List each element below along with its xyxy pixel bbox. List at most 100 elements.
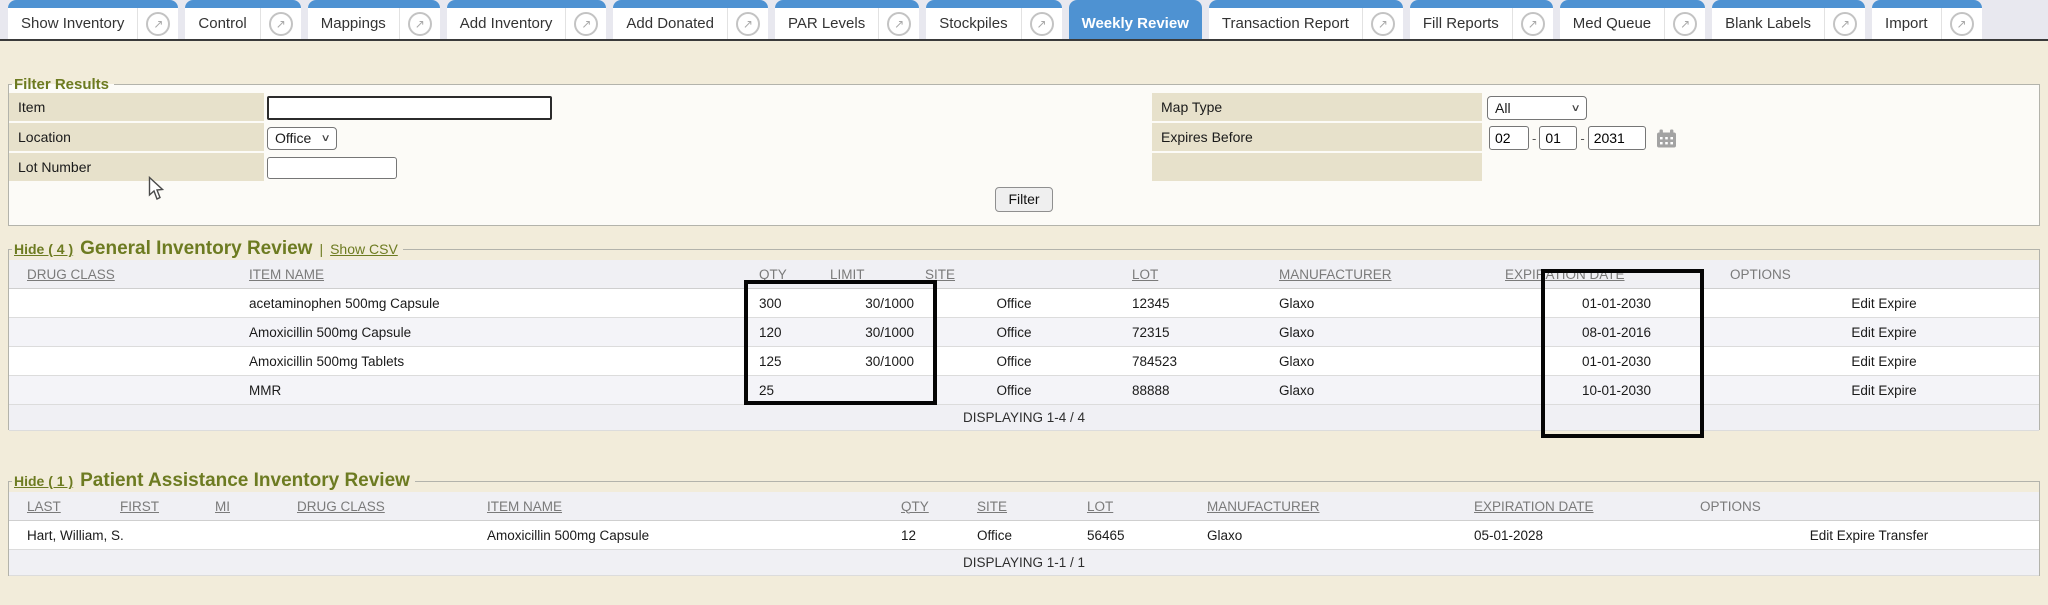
col-header-drug-class[interactable]: DRUG CLASS (279, 492, 469, 521)
tab-par-levels[interactable]: PAR Levels↗ (775, 0, 919, 39)
col-header-qty[interactable]: QTY (744, 260, 829, 289)
tab-show-inventory[interactable]: Show Inventory ↗ (8, 0, 178, 39)
tab-label: Import (1872, 15, 1941, 32)
general-inventory-table: DRUG CLASS ITEM NAME QTY LIMIT SITE LOT … (9, 260, 2039, 431)
patient-hide-link[interactable]: Hide ( 1 ) (14, 473, 73, 489)
tab-med-queue[interactable]: Med Queue↗ (1560, 0, 1705, 39)
col-header-lot[interactable]: LOT (1104, 260, 1254, 289)
item-input[interactable] (267, 96, 552, 120)
tab-accent-bar (308, 0, 440, 8)
col-header-lot[interactable]: LOT (1079, 492, 1199, 521)
general-review-title: General Inventory Review (80, 238, 312, 260)
tab-import[interactable]: Import ↗ (1872, 0, 1982, 39)
edit-expire-links[interactable]: Edit Expire (1729, 376, 2039, 405)
col-header-options: OPTIONS (1699, 492, 2039, 521)
tab-add-donated[interactable]: Add Donated↗ (613, 0, 768, 39)
tab-label: Show Inventory (8, 15, 137, 32)
cell-drug-class (9, 376, 234, 405)
external-link-icon[interactable]: ↗ (1521, 12, 1545, 36)
patient-assistance-table: LAST FIRST MI DRUG CLASS ITEM NAME QTY S… (9, 492, 2039, 576)
tab-add-inventory[interactable]: Add Inventory↗ (447, 0, 607, 39)
col-header-manufacturer[interactable]: MANUFACTURER (1199, 492, 1459, 521)
external-link-icon[interactable]: ↗ (1030, 12, 1054, 36)
tab-label: Stockpiles (926, 15, 1020, 32)
cell-lot: 12345 (1104, 289, 1254, 318)
tab-label: Control (185, 15, 259, 32)
edit-expire-links[interactable]: Edit Expire (1729, 289, 2039, 318)
empty-label-cell (1152, 153, 1482, 183)
show-csv-link[interactable]: Show CSV (330, 241, 398, 257)
calendar-icon[interactable] (1656, 129, 1677, 148)
tab-accent-bar (8, 0, 178, 8)
col-header-first[interactable]: FIRST (119, 492, 214, 521)
tab-accent-bar (1209, 0, 1403, 8)
col-header-expiration-date[interactable]: EXPIRATION DATE (1459, 492, 1699, 521)
col-header-qty[interactable]: QTY (889, 492, 969, 521)
general-hide-link[interactable]: Hide ( 4 ) (14, 241, 73, 257)
edit-expire-transfer-links[interactable]: Edit Expire Transfer (1699, 521, 2039, 550)
edit-expire-links[interactable]: Edit Expire (1729, 318, 2039, 347)
col-header-limit[interactable]: LIMIT (829, 260, 924, 289)
external-link-icon[interactable]: ↗ (574, 12, 598, 36)
cell-qty: 120 (744, 318, 829, 347)
col-header-site[interactable]: SITE (969, 492, 1079, 521)
general-inventory-review-panel: Hide ( 4 ) General Inventory Review | Sh… (8, 238, 2040, 430)
tab-transaction-report[interactable]: Transaction Report ↗ (1209, 0, 1403, 39)
tab-label: Fill Reports (1410, 15, 1512, 32)
lot-number-input[interactable] (267, 157, 397, 179)
map-type-select[interactable]: All ∨ (1487, 96, 1587, 120)
col-header-drug-class[interactable]: DRUG CLASS (9, 260, 234, 289)
tab-accent-bar (1410, 0, 1553, 8)
external-link-icon[interactable]: ↗ (269, 12, 293, 36)
cell-manufacturer: Glaxo (1254, 347, 1504, 376)
external-link-icon[interactable]: ↗ (408, 12, 432, 36)
external-link-icon[interactable]: ↗ (887, 12, 911, 36)
cell-limit: 30/1000 (829, 318, 924, 347)
patient-review-title: Patient Assistance Inventory Review (80, 470, 410, 492)
tab-accent-bar (1712, 0, 1865, 8)
location-select[interactable]: Office ∨ (267, 127, 337, 150)
cell-site: Office (924, 347, 1104, 376)
col-header-item-name[interactable]: ITEM NAME (234, 260, 744, 289)
external-link-icon[interactable]: ↗ (146, 12, 170, 36)
cell-patient-name: Hart, William, S. (9, 521, 279, 550)
cell-expiration-date: 08-01-2016 (1504, 318, 1729, 347)
cell-limit (829, 376, 924, 405)
external-link-icon[interactable]: ↗ (1833, 12, 1857, 36)
patient-paging-status: DISPLAYING 1-1 / 1 (9, 550, 2039, 576)
cell-limit: 30/1000 (829, 289, 924, 318)
tab-blank-labels[interactable]: Blank Labels↗ (1712, 0, 1865, 39)
expires-day-input[interactable] (1539, 126, 1577, 150)
col-header-mi[interactable]: MI (214, 492, 279, 521)
col-header-manufacturer[interactable]: MANUFACTURER (1254, 260, 1504, 289)
external-link-icon[interactable]: ↗ (1371, 12, 1395, 36)
tab-accent-bar (1872, 0, 1982, 8)
chevron-down-icon: ∨ (1570, 103, 1580, 114)
expires-month-input[interactable] (1489, 126, 1529, 150)
lot-number-label: Lot Number (9, 153, 264, 183)
col-header-last[interactable]: LAST (9, 492, 119, 521)
external-link-icon[interactable]: ↗ (1673, 12, 1697, 36)
tab-weekly-review-active[interactable]: Weekly Review (1069, 0, 1202, 39)
col-header-item-name[interactable]: ITEM NAME (469, 492, 889, 521)
external-link-icon[interactable]: ↗ (736, 12, 760, 36)
col-header-site[interactable]: SITE (924, 260, 1104, 289)
filter-results-panel: Filter Results Item Map Type All ∨ Locat… (8, 76, 2040, 226)
chevron-down-icon: ∨ (320, 133, 330, 144)
cell-expiration-date: 01-01-2030 (1504, 289, 1729, 318)
edit-expire-links[interactable]: Edit Expire (1729, 347, 2039, 376)
expires-year-input[interactable] (1588, 126, 1646, 150)
cell-drug-class (9, 289, 234, 318)
external-link-icon[interactable]: ↗ (1950, 12, 1974, 36)
cell-limit: 30/1000 (829, 347, 924, 376)
tab-fill-reports[interactable]: Fill Reports ↗ (1410, 0, 1553, 39)
filter-button[interactable]: Filter (995, 187, 1052, 212)
tab-stockpiles[interactable]: Stockpiles ↗ (926, 0, 1061, 39)
tab-control[interactable]: Control ↗ (185, 0, 300, 39)
date-separator: - (1580, 131, 1584, 146)
tab-label: Transaction Report (1209, 15, 1362, 32)
tab-mappings[interactable]: Mappings↗ (308, 0, 440, 39)
cell-item-name: Amoxicillin 500mg Capsule (469, 521, 889, 550)
cell-expiration-date: 05-01-2028 (1459, 521, 1699, 550)
col-header-expiration-date[interactable]: EXPIRATION DATE (1504, 260, 1729, 289)
